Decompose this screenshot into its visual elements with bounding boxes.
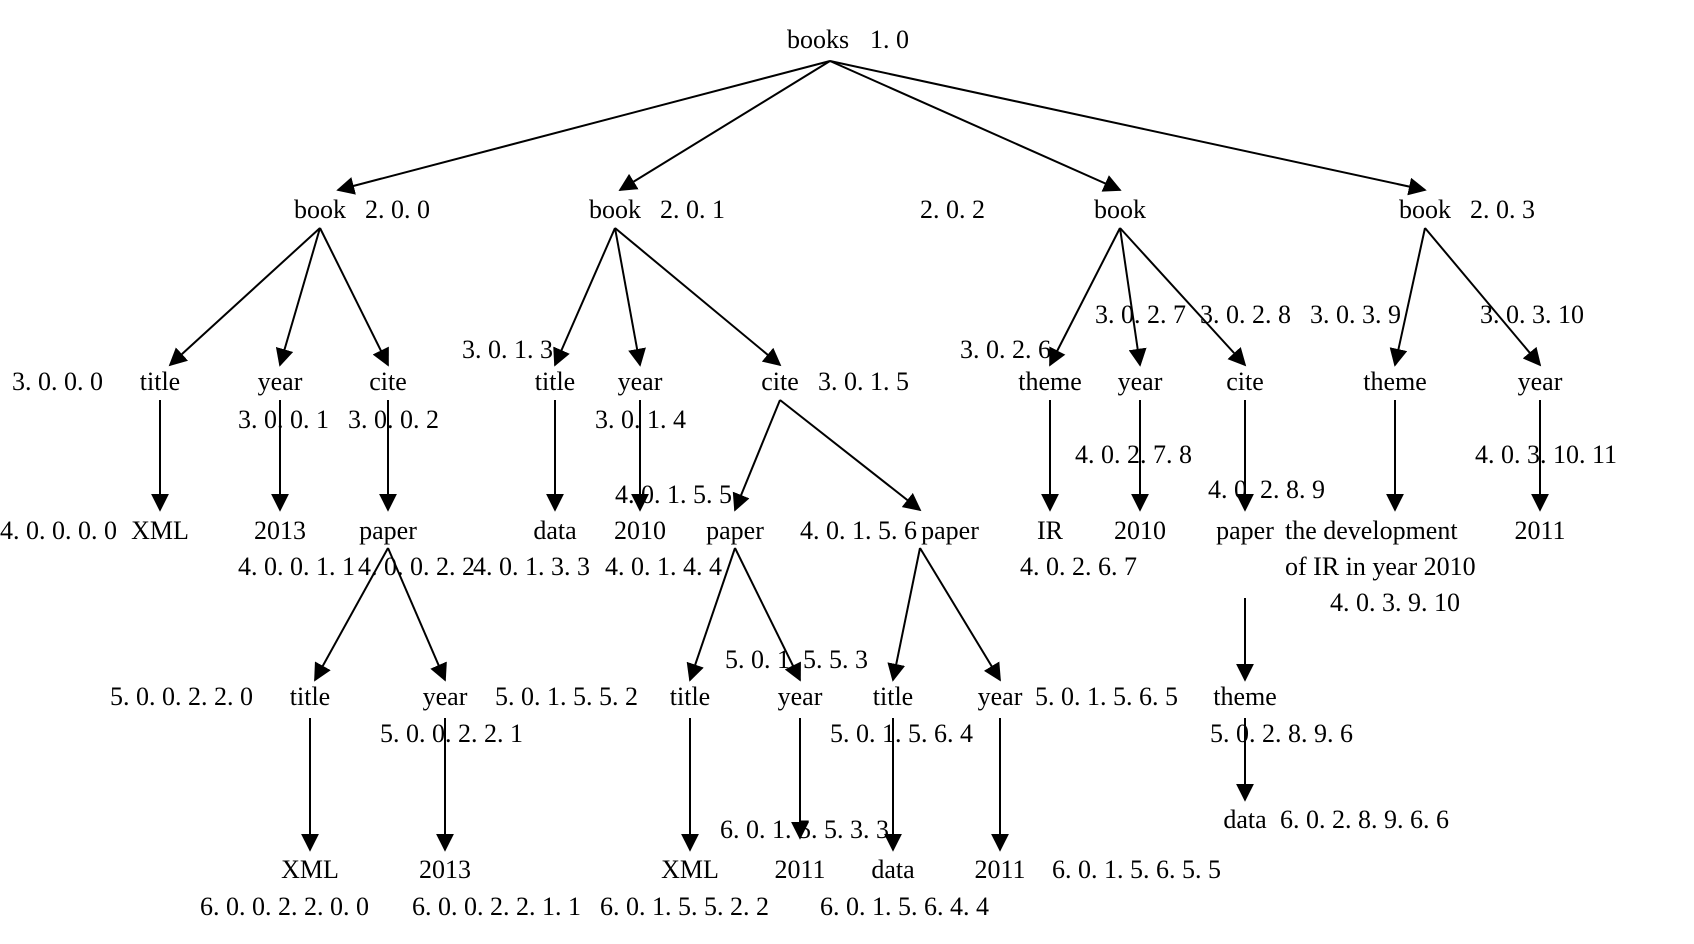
- b2p-theme-leaf-label: data: [1223, 805, 1267, 834]
- b2-cite-paper-label: paper: [1216, 516, 1274, 545]
- b0-cite-code: 3. 0. 0. 2: [348, 405, 439, 434]
- root-label: books: [787, 25, 849, 54]
- b0-cite-paper-code: 4. 0. 0. 2. 2: [358, 552, 475, 581]
- b2-cite-label: cite: [1226, 367, 1264, 396]
- b2-year-label: year: [1118, 367, 1163, 396]
- b1p1-year-leaf-label: 2011: [774, 855, 825, 884]
- b2-theme-label: theme: [1018, 367, 1082, 396]
- b1p2-year-code: 5. 0. 1. 5. 6. 5: [1035, 682, 1178, 711]
- b1-year-code: 3. 0. 1. 4: [595, 405, 686, 434]
- b1p1-title-leaf-code: 6. 0. 1. 5. 5. 2. 2: [600, 892, 769, 921]
- b0p-title-label: title: [290, 682, 330, 711]
- labels: books 1. 0 book 2. 0. 0 book 2. 0. 1 2. …: [0, 25, 1617, 921]
- b0p-year-label: year: [423, 682, 468, 711]
- b2-theme-leaf-label: IR: [1037, 516, 1064, 545]
- b1p2-year-leaf-label: 2011: [974, 855, 1025, 884]
- b0p-year-code: 5. 0. 0. 2. 2. 1: [380, 719, 523, 748]
- b2-cite-paper-code: 4. 0. 2. 8. 9: [1208, 475, 1325, 504]
- book0-label: book: [294, 195, 346, 224]
- b1p2-title-code: 5. 0. 1. 5. 6. 4: [830, 719, 973, 748]
- b1-title-leaf-label: data: [533, 516, 577, 545]
- book1-code: 2. 0. 1: [660, 195, 725, 224]
- b3-year-label: year: [1518, 367, 1563, 396]
- b0-cite-paper-label: paper: [359, 516, 417, 545]
- b3-year-leaf-code: 4. 0. 3. 10. 11: [1475, 440, 1617, 469]
- b1-title-leaf-code: 4. 0. 1. 3. 3: [473, 552, 590, 581]
- b3-theme-leaf-line2: of IR in year 2010: [1285, 552, 1476, 581]
- b2-theme-code: 3. 0. 2. 6: [960, 335, 1051, 364]
- b0p-title-leaf-label: XML: [281, 855, 339, 884]
- b0p-year-leaf-label: 2013: [419, 855, 471, 884]
- b1-year-leaf-code: 4. 0. 1. 4. 4: [605, 552, 722, 581]
- b0-year-label: year: [258, 367, 303, 396]
- b1-cite-paper2-label: paper: [921, 516, 979, 545]
- book2-label: book: [1094, 195, 1146, 224]
- b0-cite-label: cite: [369, 367, 407, 396]
- b1p2-title-label: title: [873, 682, 913, 711]
- b1-cite-code: 3. 0. 1. 5: [818, 367, 909, 396]
- b1p2-title-leaf-code: 6. 0. 1. 5. 6. 4. 4: [820, 892, 989, 921]
- b3-theme-label: theme: [1363, 367, 1427, 396]
- b0-title-leaf-label: XML: [131, 516, 189, 545]
- b1p1-year-label: year: [778, 682, 823, 711]
- root-code: 1. 0: [870, 25, 909, 54]
- b2-year-code: 3. 0. 2. 7: [1095, 300, 1186, 329]
- b3-theme-code: 3. 0. 3. 9: [1310, 300, 1401, 329]
- b2p-theme-leaf-code: 6. 0. 2. 8. 9. 6. 6: [1280, 805, 1449, 834]
- b0-title-label: title: [140, 367, 180, 396]
- b0-title-leaf-code: 4. 0. 0. 0. 0: [0, 516, 117, 545]
- b2-year-leaf-label: 2010: [1114, 516, 1166, 545]
- b0-year-leaf-code: 4. 0. 0. 1. 1: [238, 552, 355, 581]
- b0p-year-leaf-code: 6. 0. 0. 2. 2. 1. 1: [412, 892, 581, 921]
- b0p-title-leaf-code: 6. 0. 0. 2. 2. 0. 0: [200, 892, 369, 921]
- b2-cite-code: 3. 0. 2. 8: [1200, 300, 1291, 329]
- b3-theme-leaf-line1: the development: [1285, 516, 1458, 545]
- b1-year-leaf-label: 2010: [614, 516, 666, 545]
- b3-theme-leaf-code: 4. 0. 3. 9. 10: [1330, 588, 1460, 617]
- b1-cite-paper1-label: paper: [706, 516, 764, 545]
- book2-code: 2. 0. 2: [920, 195, 985, 224]
- b1p1-title-code: 5. 0. 1. 5. 5. 2: [495, 682, 638, 711]
- b2-year-leaf-code: 4. 0. 2. 7. 8: [1075, 440, 1192, 469]
- b1p2-year-label: year: [978, 682, 1023, 711]
- book1-label: book: [589, 195, 641, 224]
- b0-year-leaf-label: 2013: [254, 516, 306, 545]
- tree-diagram: books 1. 0 book 2. 0. 0 book 2. 0. 1 2. …: [0, 0, 1694, 944]
- b1-cite-paper1-code: 4. 0. 1. 5. 5: [615, 480, 732, 509]
- b1p1-title-label: title: [670, 682, 710, 711]
- b1-cite-label: cite: [761, 367, 799, 396]
- b2p-theme-label: theme: [1213, 682, 1277, 711]
- b1-cite-paper2-code: 4. 0. 1. 5. 6: [800, 516, 917, 545]
- book3-code: 2. 0. 3: [1470, 195, 1535, 224]
- b0-title-code: 3. 0. 0. 0: [12, 367, 103, 396]
- b2-theme-leaf-code: 4. 0. 2. 6. 7: [1020, 552, 1137, 581]
- b1-title-code: 3. 0. 1. 3: [462, 335, 553, 364]
- b2p-theme-code: 5. 0. 2. 8. 9. 6: [1210, 719, 1353, 748]
- b1-title-label: title: [535, 367, 575, 396]
- b1p1-year-leaf-code: 6. 0. 1. 5. 5. 3. 3: [720, 815, 889, 844]
- book3-label: book: [1399, 195, 1451, 224]
- b3-year-code: 3. 0. 3. 10: [1480, 300, 1584, 329]
- b1p2-year-leaf-code: 6. 0. 1. 5. 6. 5. 5: [1052, 855, 1221, 884]
- b0p-title-code: 5. 0. 0. 2. 2. 0: [110, 682, 253, 711]
- b1p1-year-code: 5. 0. 1. 5. 5. 3: [725, 645, 868, 674]
- b1p2-title-leaf-label: data: [871, 855, 915, 884]
- book0-code: 2. 0. 0: [365, 195, 430, 224]
- b3-year-leaf-label: 2011: [1514, 516, 1565, 545]
- b1-year-label: year: [618, 367, 663, 396]
- b1p1-title-leaf-label: XML: [661, 855, 719, 884]
- b0-year-code: 3. 0. 0. 1: [238, 405, 329, 434]
